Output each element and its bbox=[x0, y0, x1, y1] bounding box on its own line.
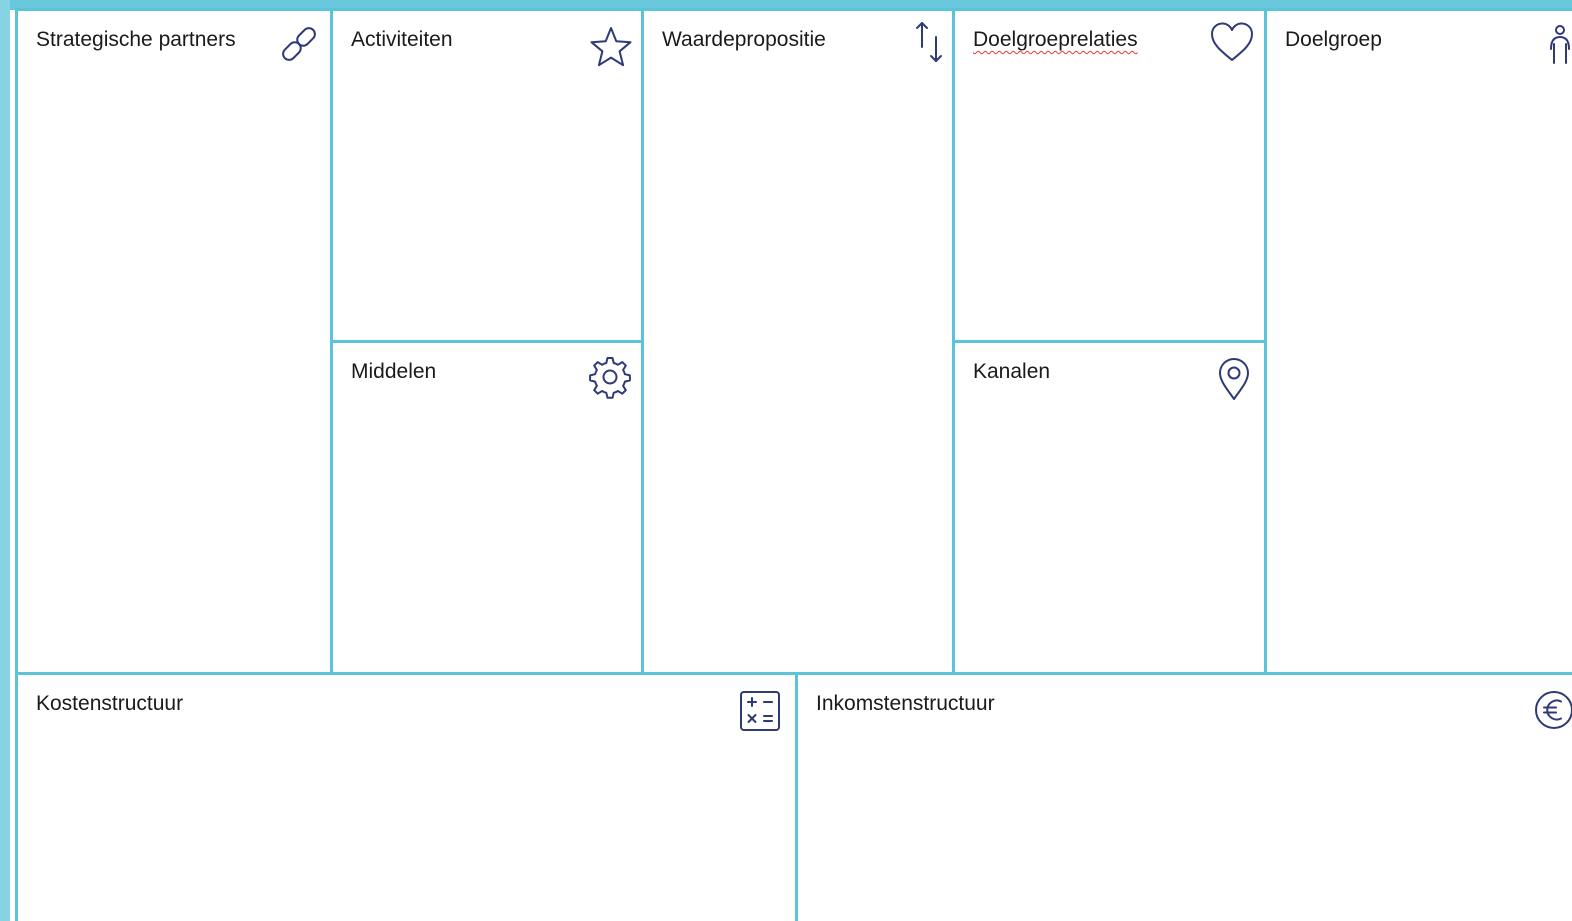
map-pin-icon bbox=[1211, 357, 1257, 403]
block-title-value-proposition: Waardepropositie bbox=[662, 28, 826, 51]
block-title-strategic-partners: Strategische partners bbox=[36, 28, 236, 51]
star-icon bbox=[588, 24, 634, 70]
block-title-customer-relationships: Doelgroeprelaties bbox=[973, 28, 1138, 51]
link-icon bbox=[276, 21, 322, 67]
block-title-activities: Activiteiten bbox=[351, 28, 453, 51]
block-revenue-streams[interactable]: Inkomstenstructuur bbox=[795, 672, 1572, 921]
swap-arrows-icon bbox=[906, 19, 952, 65]
block-title-customer-segments: Doelgroep bbox=[1285, 28, 1382, 51]
block-cost-structure[interactable]: Kostenstructuur bbox=[15, 672, 799, 921]
block-title-revenue-streams: Inkomstenstructuur bbox=[816, 692, 995, 715]
block-title-resources: Middelen bbox=[351, 360, 437, 383]
business-model-canvas: Strategische partners Activiteiten Midde… bbox=[0, 0, 1572, 921]
block-customer-segments[interactable]: Doelgroep bbox=[1264, 8, 1572, 676]
heart-icon bbox=[1209, 20, 1255, 66]
block-value-proposition[interactable]: Waardepropositie bbox=[641, 8, 956, 676]
gear-icon bbox=[587, 354, 633, 400]
person-icon bbox=[1537, 23, 1572, 69]
block-activities[interactable]: Activiteiten bbox=[330, 8, 645, 343]
block-strategic-partners[interactable]: Strategische partners bbox=[15, 8, 333, 676]
block-resources[interactable]: Middelen bbox=[330, 340, 645, 676]
block-title-channels: Kanalen bbox=[973, 360, 1051, 383]
block-channels[interactable]: Kanalen bbox=[952, 340, 1268, 676]
block-customer-relationships[interactable]: Doelgroeprelaties bbox=[952, 8, 1268, 343]
euro-icon bbox=[1531, 687, 1572, 733]
calculator-icon bbox=[737, 688, 783, 734]
frame-left-border bbox=[0, 0, 10, 921]
block-title-cost-structure: Kostenstructuur bbox=[36, 692, 184, 715]
